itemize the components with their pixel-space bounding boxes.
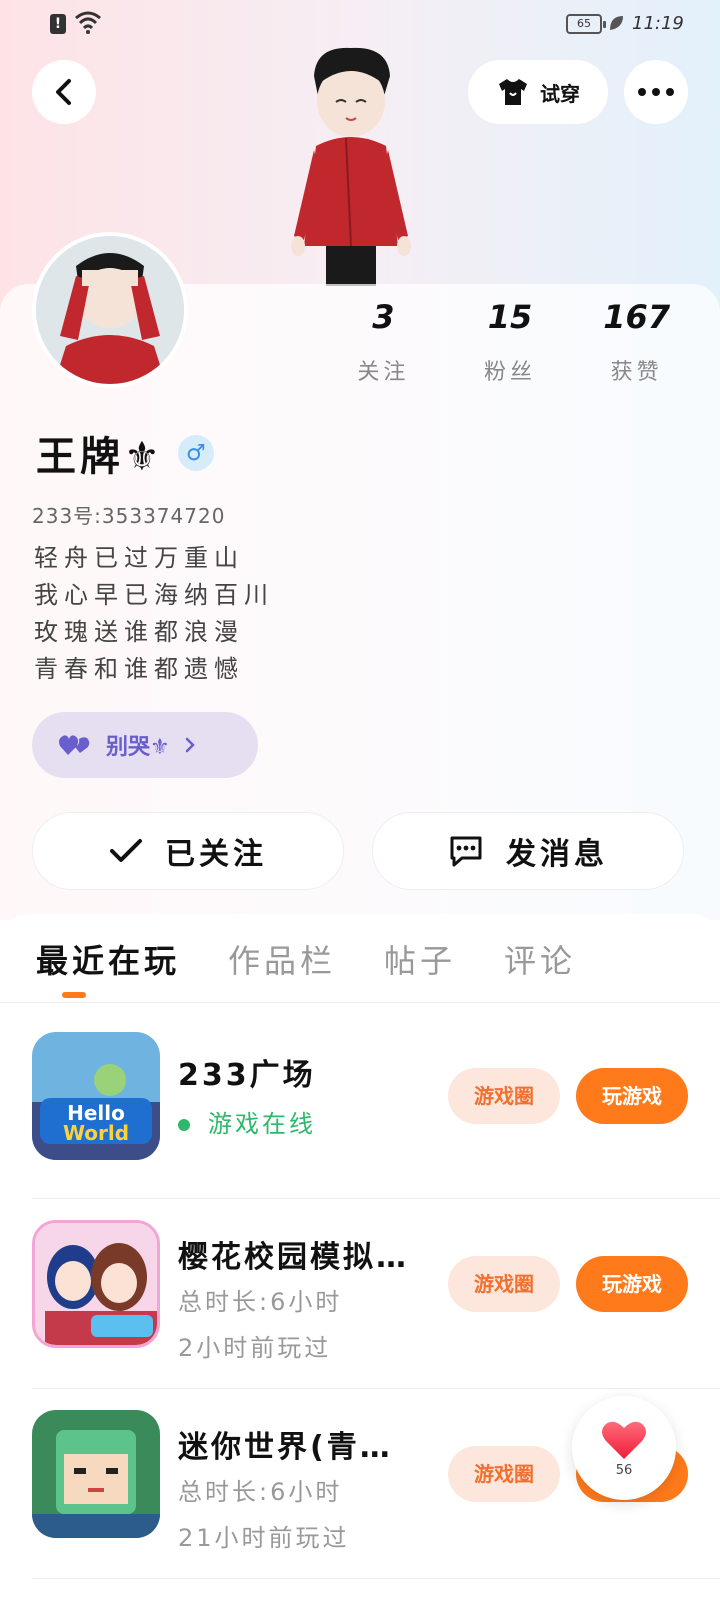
game-playtime: 总时长:6小时	[178, 1288, 343, 1316]
name-row: 王牌⚜ ♂	[36, 424, 214, 482]
active-tab-indicator	[62, 992, 86, 998]
game-title: 233广场	[178, 1058, 316, 1093]
game-icon: Hello World	[32, 1032, 160, 1160]
tag-label: 别哭⚜	[106, 735, 170, 760]
divider	[0, 1002, 720, 1003]
avatar-image	[36, 236, 184, 384]
bio-line: 青春和谁都遗憾	[34, 655, 244, 683]
stat-label: 关注	[357, 360, 410, 385]
chevron-right-icon	[185, 737, 195, 753]
try-on-button[interactable]: 试穿	[468, 60, 608, 124]
tab-comments[interactable]: 评论	[504, 936, 576, 982]
stat-likes[interactable]: 167 获赞	[573, 298, 700, 386]
svg-text:World: World	[63, 1121, 129, 1145]
divider	[32, 1198, 720, 1199]
stat-value: 15	[487, 298, 533, 336]
play-game-button[interactable]: 玩游戏	[576, 1068, 688, 1124]
stat-label: 粉丝	[484, 360, 537, 385]
send-message-label: 发消息	[506, 837, 608, 872]
back-button[interactable]	[32, 60, 96, 124]
battery-level: 65	[577, 17, 591, 30]
avatar-character	[291, 47, 411, 286]
stat-label: 获赞	[610, 360, 663, 385]
bio: 轻舟已过万重山 我心早已海纳百川 玫瑰送谁都浪漫 青春和谁都遗憾	[34, 540, 274, 688]
stat-following[interactable]: 3 关注	[320, 298, 447, 386]
heart-icon	[602, 1421, 646, 1459]
game-icon	[32, 1220, 160, 1348]
divider	[32, 1578, 720, 1579]
divider	[32, 1388, 720, 1389]
stat-value: 3	[372, 298, 395, 336]
tshirt-icon	[499, 79, 527, 105]
alert-icon: !	[50, 14, 66, 34]
game-circle-button[interactable]: 游戏圈	[448, 1256, 560, 1312]
followed-button[interactable]: 已关注	[32, 812, 344, 890]
play-game-button[interactable]: 玩游戏	[576, 1256, 688, 1312]
online-dot	[178, 1119, 190, 1131]
game-playtime: 总时长:6小时	[178, 1478, 343, 1506]
stat-value: 167	[603, 298, 671, 336]
like-count: 56	[615, 1462, 633, 1478]
game-status: 游戏在线	[178, 1104, 316, 1139]
status-bar: ! 65 11:19	[0, 0, 720, 48]
hearts-icon	[59, 735, 90, 755]
relationship-tag[interactable]: 别哭⚜	[32, 712, 258, 778]
leaf-icon	[610, 16, 623, 30]
chat-icon	[450, 836, 482, 867]
bio-line: 轻舟已过万重山	[34, 544, 244, 572]
game-circle-button[interactable]: 游戏圈	[448, 1446, 560, 1502]
tab-recent[interactable]: 最近在玩	[36, 936, 180, 982]
game-title: 迷你世界(青…	[178, 1430, 393, 1465]
male-icon: ♂	[177, 435, 214, 471]
battery-icon: 65	[566, 14, 606, 34]
user-name: 王牌⚜	[36, 434, 164, 480]
user-id: 233号:353374720	[32, 504, 226, 528]
chevron-left-icon	[56, 79, 71, 105]
bio-line: 玫瑰送谁都浪漫	[34, 618, 244, 646]
followed-label: 已关注	[165, 837, 267, 872]
try-on-label: 试穿	[540, 81, 580, 106]
tab-posts[interactable]: 帖子	[384, 936, 456, 982]
more-icon	[638, 88, 674, 96]
tab-works[interactable]: 作品栏	[228, 936, 336, 982]
profile-stats: 3 关注 15 粉丝 167 获赞	[320, 298, 700, 386]
game-circle-button[interactable]: 游戏圈	[448, 1068, 560, 1124]
like-button[interactable]: 56	[572, 1396, 676, 1500]
game-last-played: 21小时前玩过	[178, 1524, 350, 1552]
game-icon	[32, 1410, 160, 1538]
game-title: 樱花校园模拟…	[178, 1240, 409, 1275]
wifi-icon	[75, 11, 101, 34]
stat-fans[interactable]: 15 粉丝	[447, 298, 574, 386]
list-item[interactable]: 樱花校园模拟… 总时长:6小时 2小时前玩过 游戏圈 玩游戏	[32, 1202, 720, 1390]
list-item[interactable]: Hello World 233广场 游戏在线 游戏圈 玩游戏	[32, 1014, 720, 1202]
game-last-played: 2小时前玩过	[178, 1334, 332, 1362]
send-message-button[interactable]: 发消息	[372, 812, 684, 890]
more-button[interactable]	[624, 60, 688, 124]
clock: 11:19	[632, 13, 684, 34]
avatar[interactable]	[32, 232, 188, 388]
tab-bar: 最近在玩 作品栏 帖子 评论	[36, 936, 576, 982]
bio-line: 我心早已海纳百川	[34, 581, 274, 609]
check-icon	[110, 839, 142, 862]
online-label: 游戏在线	[208, 1110, 316, 1138]
